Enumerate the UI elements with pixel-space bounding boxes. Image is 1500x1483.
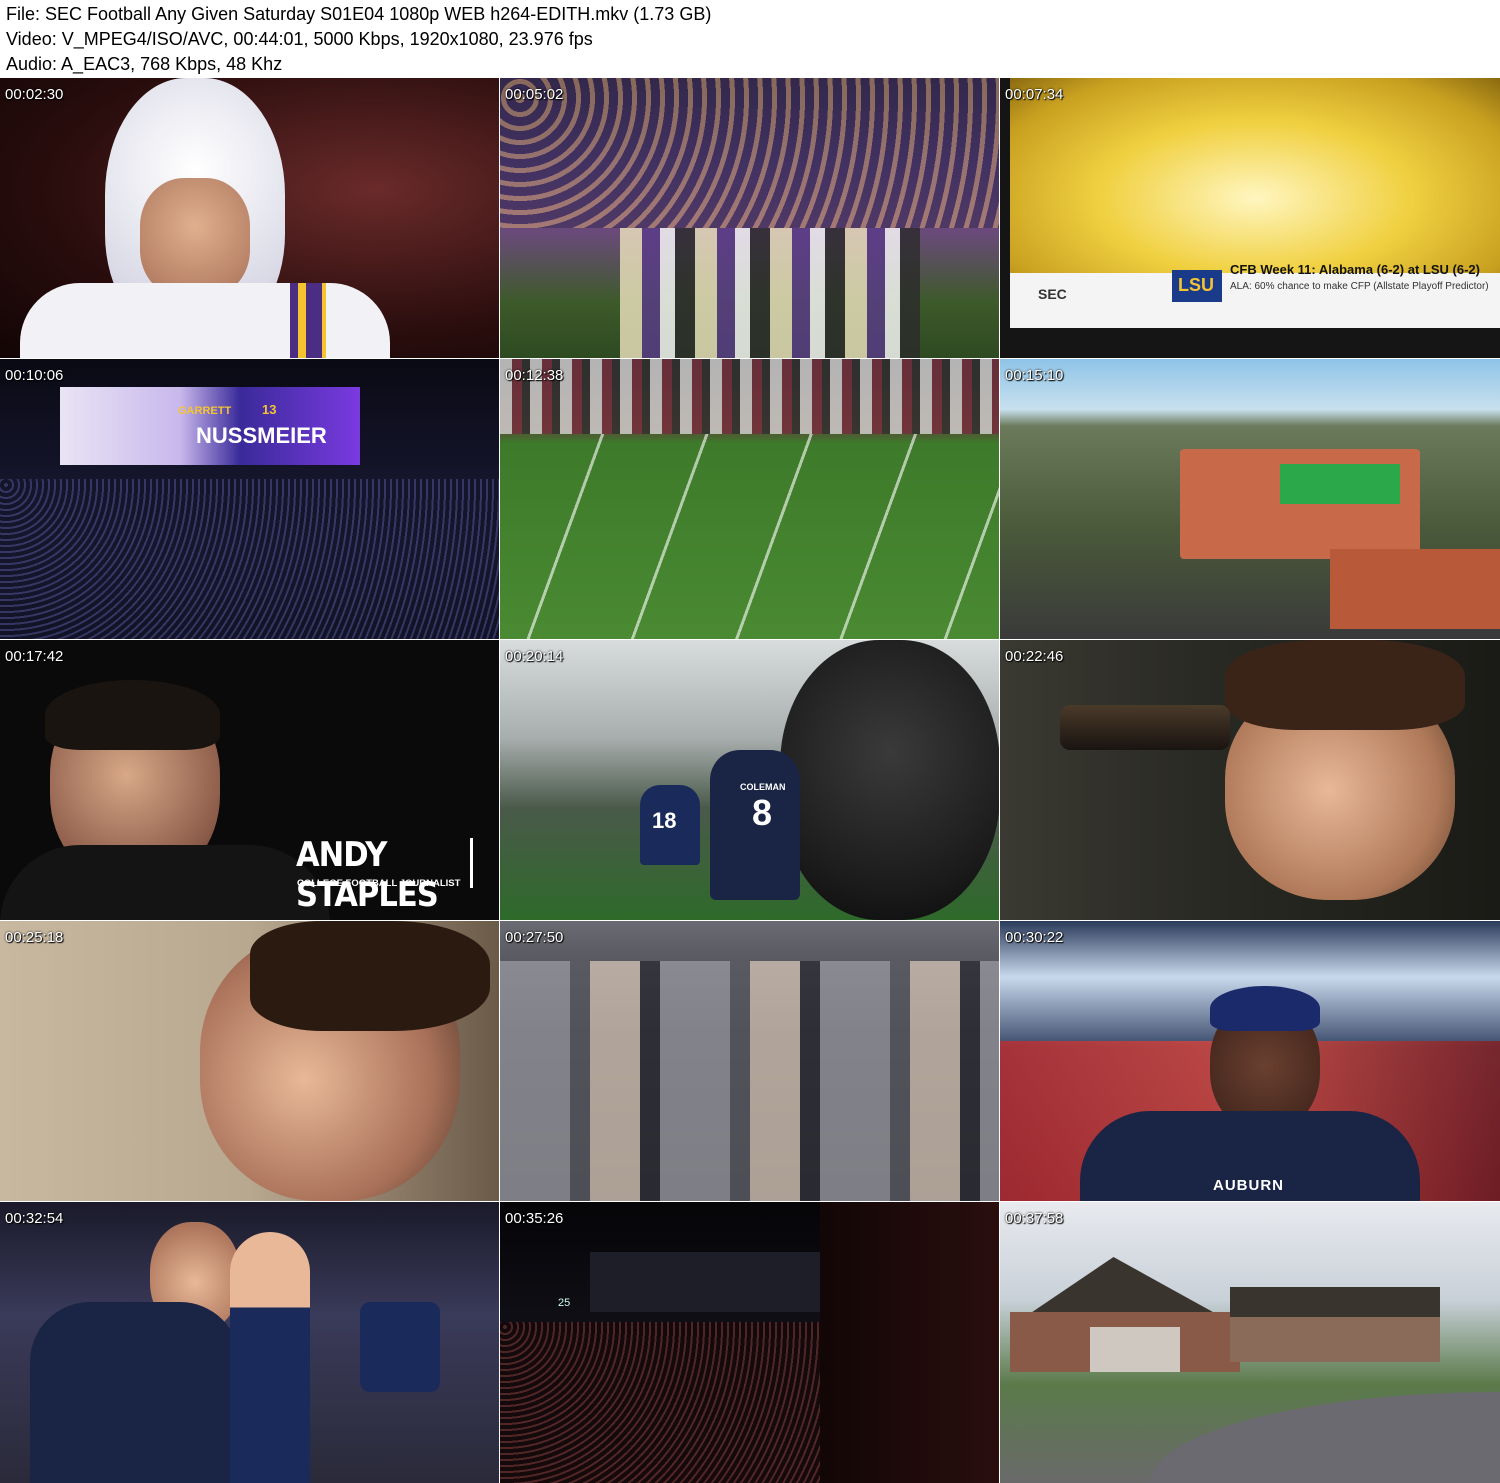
board-last: NUSSMEIER bbox=[196, 423, 327, 448]
thumbnail-12: AUBURN 00:30:22 bbox=[1000, 921, 1500, 1201]
jersey bbox=[30, 1302, 240, 1483]
garage-door bbox=[1090, 1327, 1180, 1372]
scoreboard: 25 bbox=[558, 1297, 571, 1309]
hair bbox=[45, 680, 220, 750]
tv-screen bbox=[1010, 78, 1500, 278]
lower-third-bar bbox=[470, 838, 473, 888]
timestamp: 00:10:06 bbox=[5, 367, 64, 384]
thumbnail-10: 00:25:18 bbox=[0, 921, 499, 1201]
timestamp: 00:17:42 bbox=[5, 648, 64, 665]
silhouette bbox=[820, 1202, 999, 1483]
blurred-foreground bbox=[780, 640, 999, 920]
clipper bbox=[1060, 705, 1230, 750]
field-lines bbox=[500, 434, 999, 639]
field bbox=[1280, 464, 1400, 504]
hair bbox=[250, 921, 490, 1031]
timestamp: 00:22:46 bbox=[1005, 648, 1064, 665]
timestamp: 00:37:58 bbox=[1005, 1210, 1064, 1227]
timestamp: 00:07:34 bbox=[1005, 86, 1064, 103]
thumbnail-11: 00:27:50 bbox=[500, 921, 999, 1201]
house-2 bbox=[1230, 1287, 1440, 1362]
road bbox=[1150, 1392, 1500, 1483]
network-label: SEC bbox=[1038, 286, 1067, 302]
thumbnail-4: GARRETT 13 NUSSMEIER 00:10:06 bbox=[0, 359, 499, 639]
board-first: GARRETT bbox=[178, 405, 232, 417]
thumbnail-grid: 00:02:30 00:05:02 SEC LSU CFB Week 11: A… bbox=[0, 78, 1500, 1483]
board-number: 13 bbox=[262, 402, 277, 417]
jersey-stripe bbox=[290, 283, 326, 358]
timestamp: 00:12:38 bbox=[505, 367, 564, 384]
jersey-number-2: 18 bbox=[652, 808, 677, 833]
timestamp: 00:02:30 bbox=[5, 86, 64, 103]
timestamp: 00:25:18 bbox=[5, 929, 64, 946]
building bbox=[1330, 549, 1500, 629]
press-box bbox=[590, 1252, 850, 1312]
teammate bbox=[230, 1232, 310, 1483]
sideline bbox=[500, 359, 999, 434]
audio-line: Audio: A_EAC3, 768 Kbps, 48 Khz bbox=[6, 54, 283, 74]
sideline-chair bbox=[360, 1302, 440, 1392]
jersey-number: 8 bbox=[752, 792, 773, 833]
lower-third-name: ANDY STAPLES bbox=[296, 835, 439, 915]
crowd bbox=[0, 479, 499, 639]
thumbnail-3: SEC LSU CFB Week 11: Alabama (6-2) at LS… bbox=[1000, 78, 1500, 358]
video-line: Video: V_MPEG4/ISO/AVC, 00:44:01, 5000 K… bbox=[6, 29, 593, 49]
banner-title: CFB Week 11: Alabama (6-2) at LSU (6-2) bbox=[1230, 262, 1480, 277]
thumbnail-8: COLEMAN 8 18 00:20:14 bbox=[500, 640, 999, 920]
thumbnail-7: ANDY STAPLES COLLEGE FOOTBALL JOURNALIST… bbox=[0, 640, 499, 920]
banner-subtitle: ALA: 60% chance to make CFP (Allstate Pl… bbox=[1230, 281, 1489, 292]
thumbnail-9: 00:22:46 bbox=[1000, 640, 1500, 920]
players bbox=[620, 228, 920, 358]
hair bbox=[1225, 640, 1465, 730]
thumbnail-14: 25 00:35:26 bbox=[500, 1202, 999, 1483]
timestamp: 00:15:10 bbox=[1005, 367, 1064, 384]
thumbnail-2: 00:05:02 bbox=[500, 78, 999, 358]
timestamp: 00:30:22 bbox=[1005, 929, 1064, 946]
file-line: File: SEC Football Any Given Saturday S0… bbox=[6, 4, 712, 24]
team-abbr: LSU bbox=[1178, 275, 1214, 295]
shoulders bbox=[0, 845, 330, 920]
lower-third-title: COLLEGE FOOTBALL JOURNALIST bbox=[297, 878, 461, 889]
face bbox=[140, 178, 250, 298]
thumbnail-1: 00:02:30 bbox=[0, 78, 499, 358]
timestamp: 00:20:14 bbox=[505, 648, 564, 665]
timestamp: 00:32:54 bbox=[5, 1210, 64, 1227]
jersey-name: COLEMAN bbox=[740, 782, 786, 792]
thumbnail-6: 00:15:10 bbox=[1000, 359, 1500, 639]
thumbnail-5: 00:12:38 bbox=[500, 359, 999, 639]
durag bbox=[1210, 986, 1320, 1031]
thumbnail-15: 00:37:58 bbox=[1000, 1202, 1500, 1483]
jersey-text: AUBURN bbox=[1213, 1177, 1284, 1194]
jersey bbox=[20, 283, 390, 358]
timestamp: 00:35:26 bbox=[505, 1210, 564, 1227]
file-info-header: File: SEC Football Any Given Saturday S0… bbox=[0, 0, 1500, 78]
crowd bbox=[500, 78, 999, 228]
thumbnail-13: 00:32:54 bbox=[0, 1202, 499, 1483]
timestamp: 00:27:50 bbox=[505, 929, 564, 946]
timestamp: 00:05:02 bbox=[505, 86, 564, 103]
seats bbox=[500, 961, 999, 1201]
